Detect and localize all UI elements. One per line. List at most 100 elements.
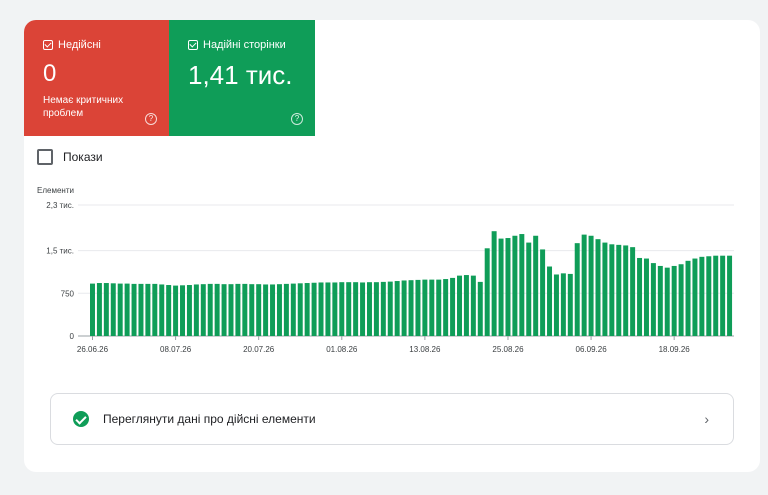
valid-tile[interactable]: Надійні сторінки 1,41 тис. ? [169,20,315,136]
chart-bar[interactable] [214,283,220,336]
chart-bar[interactable] [221,284,227,336]
chart-bar[interactable] [332,282,338,336]
chart-bar[interactable] [173,285,179,336]
chart-bar[interactable] [595,239,601,336]
chart-bar[interactable] [533,235,539,336]
chart-bar[interactable] [318,282,324,336]
chart-bar[interactable] [616,244,622,336]
chart-bar[interactable] [526,242,532,336]
chart-bar[interactable] [360,282,366,336]
chart-bar[interactable] [547,266,553,336]
impressions-toggle[interactable]: Покази [37,149,103,165]
chart-bar[interactable] [519,234,525,336]
chart-bar[interactable] [699,256,705,336]
chart-bar[interactable] [228,284,234,336]
chart-bar[interactable] [138,283,144,336]
chart-bar[interactable] [692,258,698,336]
help-icon[interactable]: ? [145,113,157,125]
chart-bar[interactable] [152,283,158,336]
chart-bar[interactable] [505,238,511,336]
chart-bar[interactable] [664,267,670,336]
chart-bar[interactable] [678,264,684,336]
chart-bar[interactable] [235,283,241,336]
chart-bar[interactable] [623,245,629,336]
chart-bar[interactable] [671,265,677,336]
chart-bar[interactable] [249,284,255,336]
chart-bar[interactable] [180,285,186,336]
help-icon[interactable]: ? [291,113,303,125]
view-valid-items-link[interactable]: Переглянути дані про дійсні елементи › [50,393,734,445]
chart-bar[interactable] [200,284,206,336]
chart-bar[interactable] [131,283,137,336]
chart-bar[interactable] [90,283,95,336]
chart-bar[interactable] [720,255,726,336]
chart-bar[interactable] [643,258,649,336]
chart-bar[interactable] [463,275,469,336]
chart-bar[interactable] [574,243,580,336]
chart-bar[interactable] [394,281,400,336]
chart-bar[interactable] [207,283,213,336]
chart-bar[interactable] [256,284,262,336]
chart-bar[interactable] [498,238,504,336]
chart-bar[interactable] [283,283,289,336]
chart-bar[interactable] [124,283,130,336]
chart-bar[interactable] [567,273,573,336]
chart-bar[interactable] [512,235,518,336]
chart-bar[interactable] [553,274,559,336]
chart-bar[interactable] [290,283,296,336]
chart-bar[interactable] [540,249,546,336]
chart-bar[interactable] [366,282,372,336]
chart-bar[interactable] [602,242,608,336]
chart-bar[interactable] [346,282,352,336]
invalid-tile[interactable]: Недійсні 0 Немає критичних проблем ? [24,20,169,136]
chart-bar[interactable] [727,255,733,336]
chart-bar[interactable] [609,244,615,336]
chart-bar[interactable] [401,280,407,336]
chart-bar[interactable] [304,283,310,336]
chart-bar[interactable] [657,265,663,336]
chart-bar[interactable] [470,275,476,336]
chart-bar[interactable] [242,283,248,336]
chart-bar[interactable] [484,248,490,336]
chart-bar[interactable] [581,234,587,336]
chart-bar[interactable] [685,260,691,336]
chart-bar[interactable] [166,285,172,336]
chart-bar[interactable] [650,263,656,336]
chart-bar[interactable] [436,279,442,336]
chart-bar[interactable] [263,284,269,336]
chart-bar[interactable] [110,283,116,336]
chart-bar[interactable] [706,256,712,336]
chart-bar[interactable] [96,283,102,336]
chart-bar[interactable] [630,247,636,336]
chart-bar[interactable] [443,279,449,336]
chart-bar[interactable] [408,280,414,336]
chart-bar[interactable] [193,284,199,336]
chart-bar[interactable] [145,283,151,336]
chart-bar[interactable] [457,275,462,336]
chart-bar[interactable] [415,279,421,336]
chart-bar[interactable] [477,281,483,336]
chart-bar[interactable] [311,282,317,336]
chart-bar[interactable] [422,279,428,336]
chart-bar[interactable] [373,282,379,336]
chart-bar[interactable] [588,235,594,336]
chart-bar[interactable] [325,282,331,336]
chart-bar[interactable] [380,281,386,336]
chart-bar[interactable] [297,283,303,336]
chart-bar[interactable] [186,285,192,336]
chart-bar[interactable] [159,284,165,336]
chart-bar[interactable] [353,282,359,336]
chart-bar[interactable] [713,255,719,336]
chart-bar[interactable] [491,231,497,336]
chart-bar[interactable] [429,279,435,336]
chart-bar[interactable] [387,281,393,336]
chart-bar[interactable] [270,284,276,336]
chart-bar[interactable] [560,273,566,336]
chart-bar[interactable] [117,283,123,336]
checkbox-unchecked-icon[interactable] [37,149,53,165]
chart-bar[interactable] [103,283,109,336]
chart-bar[interactable] [450,277,456,336]
chart-bar[interactable] [637,257,643,336]
chart-bar[interactable] [339,282,345,336]
chart-bar[interactable] [276,284,282,336]
